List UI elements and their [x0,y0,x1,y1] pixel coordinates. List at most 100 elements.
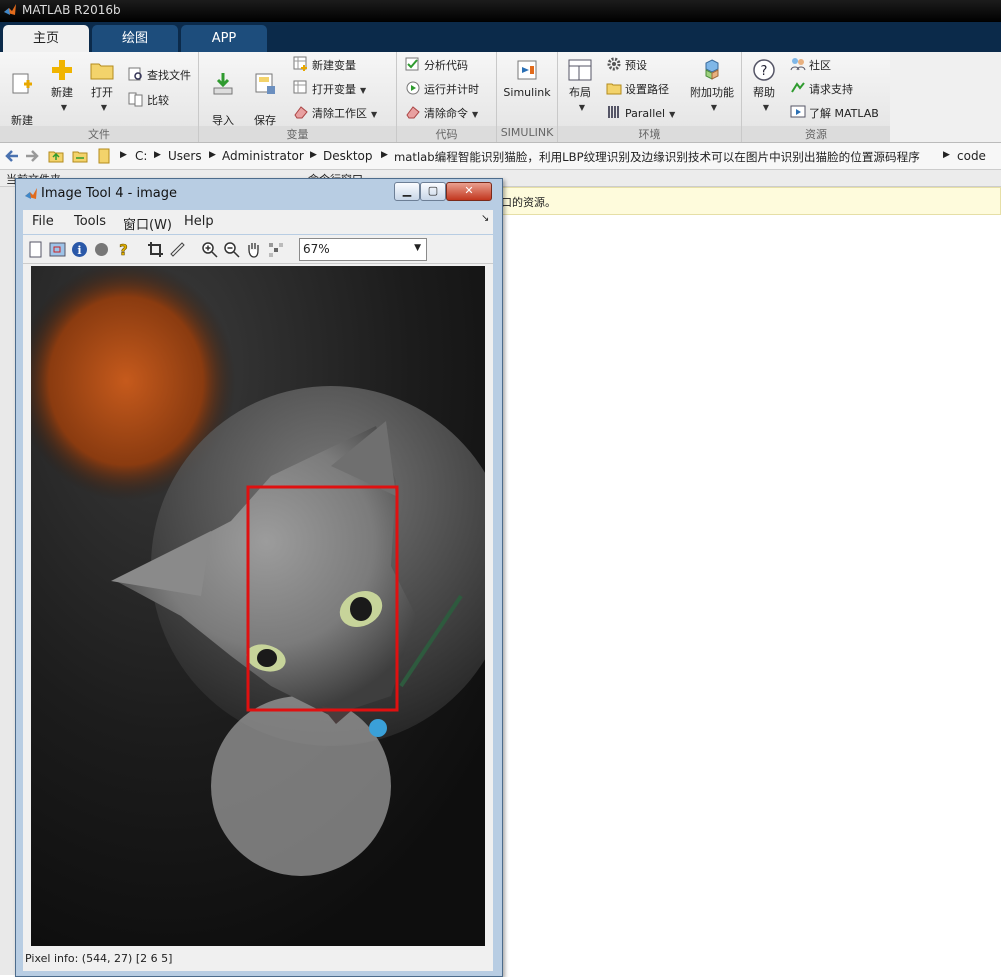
breadcrumb-administrator[interactable]: Administrator [222,149,304,163]
tab-apps[interactable]: APP [181,25,267,52]
parallel-button[interactable]: Parallel ▼ [606,104,675,124]
simulink-button[interactable]: Simulink [501,56,553,100]
svg-text:?: ? [119,241,128,258]
up-folder-icon[interactable] [48,148,64,164]
back-arrow-icon[interactable] [4,148,20,164]
pixel-region-icon[interactable] [267,241,284,258]
add-ons-icon [705,59,719,80]
breadcrumb-project-folder[interactable]: matlab编程智能识别猫脸，利用LBP纹理识别及边缘识别技术可以在图片中识别出… [394,149,934,165]
menu-file[interactable]: File [32,214,54,229]
image-tool-title: Image Tool 4 - image [41,186,177,201]
run-and-time-button[interactable]: 运行并计时 [405,80,479,100]
clear-workspace-button[interactable]: 清除工作区 ▼ [293,104,377,124]
simulink-label: Simulink [503,86,551,99]
ribbon-tab-bar: 主页 绘图 APP [0,22,1001,52]
ribbon-group-simulink: Simulink SIMULINK [497,52,558,142]
learn-matlab-label: 了解 MATLAB [809,107,879,120]
set-path-label: 设置路径 [625,83,669,96]
tab-home[interactable]: 主页 [3,25,89,52]
ribbon-group-environment: 布局 ▼ 预设 设置路径 Parallel ▼ 附加功能 ▼ 环境 [558,52,742,142]
find-files-icon [128,67,142,81]
find-files-button[interactable]: 查找文件 [128,66,191,86]
chevron-down-icon: ▼ [371,110,378,119]
path-separator-icon: ▶ [120,150,127,160]
group-label-code: 代码 [397,126,496,142]
new-figure-icon[interactable] [27,241,44,258]
menu-window[interactable]: 窗口(W) [123,214,172,233]
menu-help[interactable]: Help [184,214,214,229]
add-ons-button[interactable]: 附加功能 ▼ [688,56,736,115]
run-and-time-label: 运行并计时 [424,83,479,96]
group-label-resources: 资源 [742,126,890,142]
minimize-button[interactable]: ▁ [394,182,420,201]
info-icon[interactable]: i [71,241,88,258]
matlab-logo-icon [25,188,37,199]
menu-tools[interactable]: Tools [74,214,106,229]
group-label-file: 文件 [0,126,198,142]
help-label: 帮助 [753,86,775,99]
simulink-icon [517,60,537,80]
path-separator-icon: ▶ [310,150,317,160]
clear-commands-button[interactable]: 清除命令 ▼ [405,104,478,124]
chevron-down-icon: ▼ [710,103,718,112]
breadcrumb-code[interactable]: code [957,149,986,163]
parallel-icon [608,106,619,118]
ribbon-group-resources: ? 帮助 ▼ 社区 请求支持 了解 MATLAB 资源 [742,52,890,142]
eraser-icon [406,106,420,119]
ribbon-group-variable: 导入 数据 保存 工作区 新建变量 打开变量▼ 清除工作区▼ 变量 [199,52,397,142]
help-icon[interactable]: ? [115,241,132,258]
crop-icon[interactable] [147,241,164,258]
browse-folder-icon[interactable] [72,148,88,164]
pan-hand-icon[interactable] [245,241,262,258]
support-icon [791,82,805,93]
ruler-icon[interactable] [169,241,186,258]
new-variable-button[interactable]: 新建变量 [293,56,356,76]
import-icon [213,73,233,95]
path-separator-icon: ▶ [209,150,216,160]
analyze-code-button[interactable]: 分析代码 [405,56,468,76]
community-button[interactable]: 社区 [790,56,831,76]
preferences-button[interactable]: 预设 [606,56,647,76]
chevron-down-icon: ▼ [414,243,421,253]
help-button[interactable]: ? 帮助 ▼ [746,56,782,115]
open-variable-button[interactable]: 打开变量 ▼ [293,80,366,100]
layout-button[interactable]: 布局 ▼ [562,56,598,115]
set-path-button[interactable]: 设置路径 [606,80,669,100]
notice-text: 口的资源。 [501,196,556,209]
clear-workspace-label: 清除工作区 [312,107,367,120]
request-support-button[interactable]: 请求支持 [790,80,853,100]
forward-arrow-icon[interactable] [24,148,40,164]
app-title: MATLAB R2016b [22,3,121,17]
help-icon: ? [753,59,775,81]
dock-arrow-icon[interactable]: ↘ [481,213,489,224]
close-button[interactable]: ✕ [446,182,492,201]
folder-icon [90,63,114,80]
open-variable-icon [293,80,307,94]
compare-button[interactable]: 比较 [128,91,169,111]
new-label: 新建 [51,86,73,99]
zoom-out-icon[interactable] [223,241,240,258]
overview-icon[interactable] [49,241,66,258]
add-ons-label: 附加功能 [690,86,734,99]
tab-plots[interactable]: 绘图 [92,25,178,52]
gear-icon [607,57,621,71]
image-tool-toolbar: i ? 67% ▼ [23,235,493,264]
community-label: 社区 [809,59,831,72]
open-button[interactable]: 打开 ▼ [84,56,120,115]
breadcrumb-desktop[interactable]: Desktop [323,149,373,163]
new-button[interactable]: 新建 ▼ [44,56,80,115]
open-variable-label: 打开变量 [312,83,356,96]
root-folder-icon[interactable] [96,148,112,164]
current-folder-address-bar: ▶ C: ▶ Users ▶ Administrator ▶ Desktop ▶… [0,143,1001,170]
find-files-label: 查找文件 [147,69,191,82]
learn-matlab-button[interactable]: 了解 MATLAB [790,104,879,124]
maximize-button[interactable]: ▢ [420,182,446,201]
save-workspace-icon [255,73,275,94]
breadcrumb-users[interactable]: Users [168,149,202,163]
image-canvas[interactable] [23,264,493,947]
contrast-icon[interactable] [93,241,110,258]
zoom-in-icon[interactable] [201,241,218,258]
breadcrumb-c[interactable]: C: [135,149,147,163]
zoom-level-select[interactable]: 67% ▼ [299,238,427,261]
app-title-bar: MATLAB R2016b [0,0,1001,22]
